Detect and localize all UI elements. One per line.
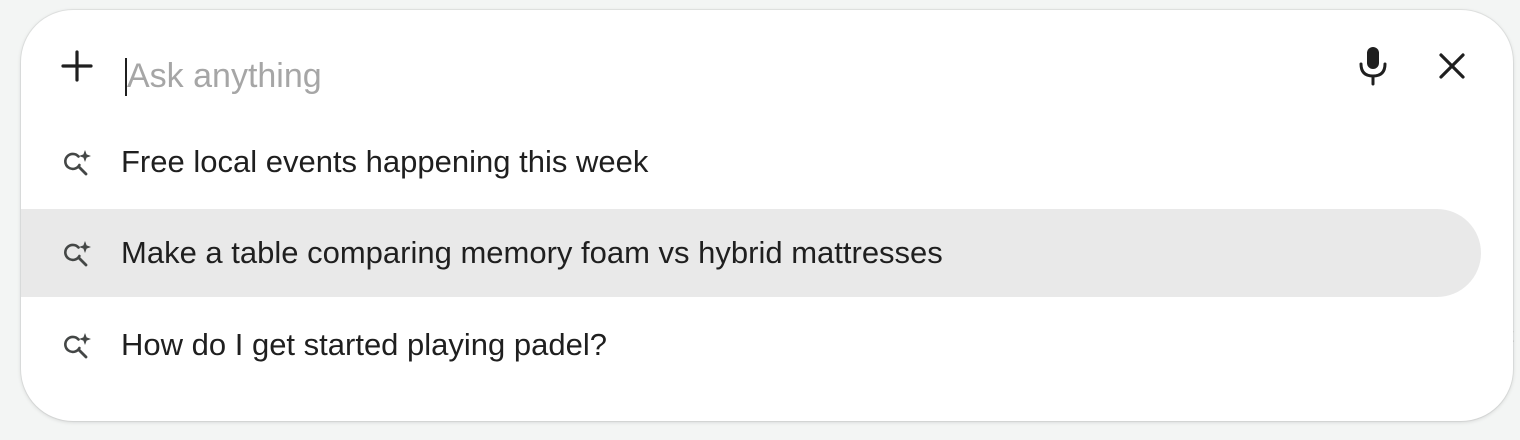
add-button[interactable]	[57, 46, 97, 86]
search-bar	[21, 10, 1513, 122]
sparkle-search-icon	[61, 331, 95, 365]
suggestion-item[interactable]: Free local events happening this week	[21, 118, 1481, 206]
search-suggestion-panel: Free local events happening this week Ma…	[21, 10, 1513, 421]
sparkle-search-icon	[61, 148, 95, 182]
close-button[interactable]	[1432, 46, 1472, 86]
microphone-icon	[1359, 47, 1387, 86]
close-icon	[1439, 53, 1465, 79]
search-input[interactable]	[127, 48, 1307, 104]
suggestion-label: Make a table comparing memory foam vs hy…	[121, 235, 943, 270]
sparkle-search-icon	[61, 239, 95, 273]
plus-icon	[61, 50, 93, 82]
suggestion-item[interactable]: How do I get started playing padel?	[21, 301, 1481, 389]
suggestion-label: How do I get started playing padel?	[121, 327, 607, 362]
suggestion-item-highlighted[interactable]: Make a table comparing memory foam vs hy…	[21, 209, 1481, 297]
suggestion-label: Free local events happening this week	[121, 144, 649, 179]
voice-input-button[interactable]	[1353, 44, 1393, 88]
